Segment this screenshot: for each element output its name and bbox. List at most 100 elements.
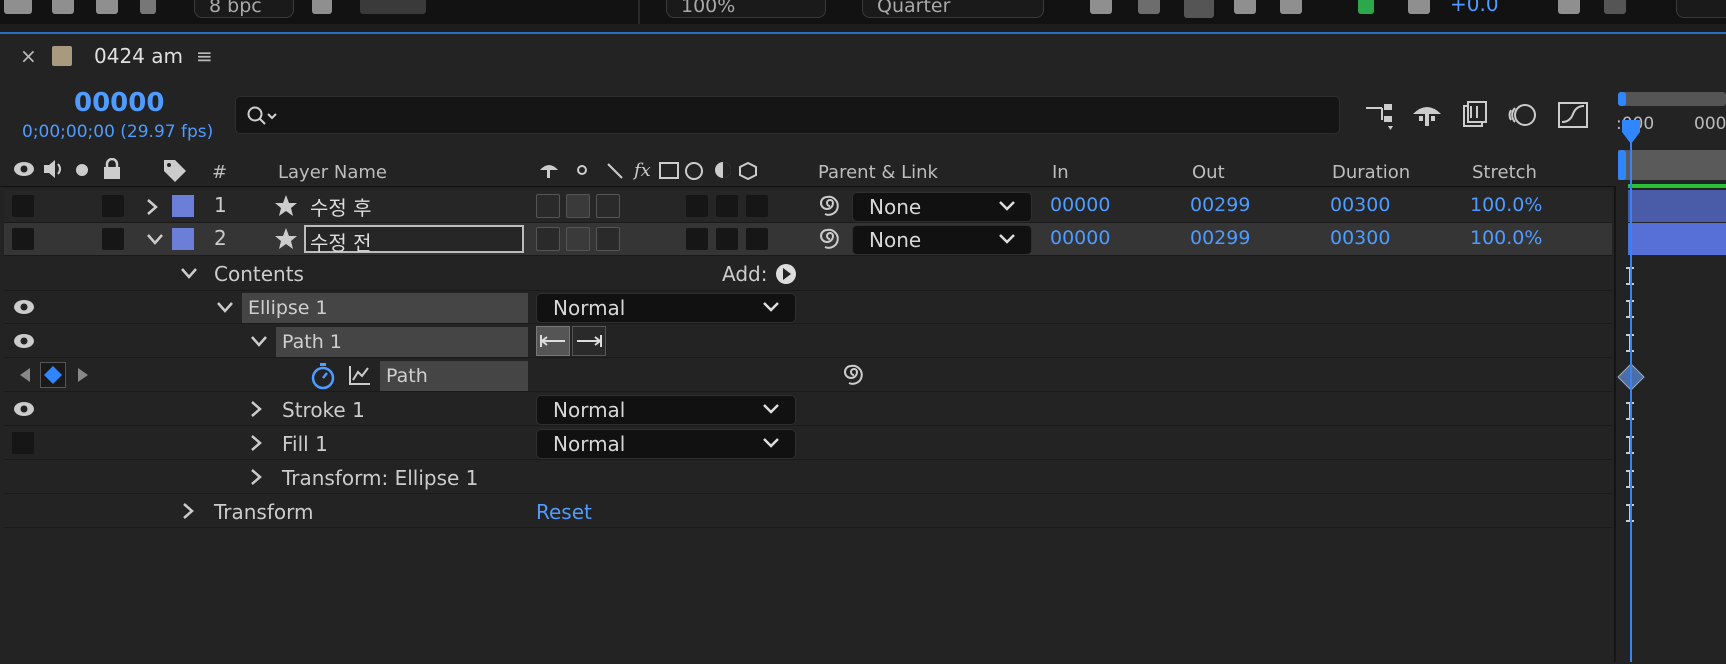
show-snapshot-icon[interactable]	[1604, 0, 1626, 14]
add-keyframe-button[interactable]	[40, 362, 66, 388]
layer-stretch[interactable]: 100.0%	[1470, 194, 1542, 216]
ellipse-blend-mode-dropdown[interactable]: Normal	[536, 293, 796, 323]
layer-in[interactable]: 00000	[1050, 194, 1110, 216]
transform-label[interactable]: Transform	[214, 500, 313, 524]
collapse-switch[interactable]	[566, 227, 590, 251]
pickwhip-icon[interactable]	[818, 194, 842, 218]
comp-tab-title[interactable]: 0424 am	[94, 44, 183, 68]
video-visibility-icon[interactable]	[12, 160, 36, 178]
collapse-switch[interactable]	[566, 194, 590, 218]
chevron-right-icon[interactable]	[248, 468, 264, 486]
stopwatch-icon[interactable]	[310, 362, 336, 390]
path-property-label[interactable]: Path	[380, 361, 528, 391]
color-management-icon[interactable]	[1408, 0, 1430, 14]
solo-icon[interactable]	[74, 162, 90, 178]
close-tab-icon[interactable]: ×	[20, 44, 37, 68]
folder-icon[interactable]	[52, 0, 74, 14]
eye-icon[interactable]	[12, 400, 36, 418]
zoom-dropdown[interactable]: 100%	[666, 0, 826, 18]
frame-blend-switch[interactable]	[716, 228, 738, 250]
header-in[interactable]: In	[1052, 162, 1069, 183]
lock-toggle[interactable]	[102, 195, 124, 217]
header-out[interactable]: Out	[1192, 162, 1225, 183]
fill-visibility-toggle[interactable]	[12, 432, 34, 454]
composition-icon[interactable]	[4, 0, 32, 14]
render-bar[interactable]	[360, 0, 426, 14]
header-stretch[interactable]: Stretch	[1472, 162, 1537, 183]
layer-in[interactable]: 00000	[1050, 227, 1110, 249]
motion-blur-switch[interactable]	[746, 228, 768, 250]
transform-ellipse-label[interactable]: Transform: Ellipse 1	[282, 466, 478, 490]
label-tag-icon[interactable]	[162, 158, 188, 182]
lock-icon[interactable]	[102, 158, 122, 180]
header-duration[interactable]: Duration	[1332, 162, 1410, 183]
reset-link[interactable]: Reset	[536, 500, 592, 524]
fill-label[interactable]: Fill 1	[282, 432, 328, 456]
effect-switch[interactable]	[686, 228, 708, 250]
fill-blend-mode-dropdown[interactable]: Normal	[536, 429, 796, 459]
audio-icon[interactable]	[42, 158, 66, 180]
ellipse-group-label[interactable]: Ellipse 1	[242, 293, 528, 323]
mask-view-icon[interactable]	[1184, 0, 1214, 18]
playhead-line[interactable]	[1630, 130, 1632, 662]
graph-editor-icon[interactable]	[1556, 98, 1590, 130]
visibility-toggle[interactable]	[12, 195, 34, 217]
layer-name[interactable]: 수정 후	[310, 192, 372, 221]
layer-label-color[interactable]	[172, 195, 194, 217]
parent-dropdown[interactable]: None	[852, 192, 1032, 222]
path-group-label[interactable]: Path 1	[276, 327, 528, 357]
trash-icon[interactable]	[140, 0, 156, 14]
channel-icon[interactable]	[1358, 0, 1374, 14]
path-direction-button[interactable]	[536, 326, 570, 356]
add-menu-icon[interactable]	[774, 262, 798, 286]
layer-out[interactable]: 00299	[1190, 194, 1250, 216]
chevron-right-icon[interactable]	[248, 400, 264, 418]
layer-duration[interactable]: 00300	[1330, 227, 1390, 249]
header-layer-name[interactable]: Layer Name	[278, 162, 387, 183]
chevron-down-icon[interactable]	[146, 232, 164, 246]
search-input[interactable]	[235, 96, 1340, 134]
frame-blending-icon[interactable]	[1460, 100, 1490, 130]
eye-icon[interactable]	[12, 298, 36, 316]
quality-switch[interactable]	[596, 227, 620, 251]
playhead-handle-icon[interactable]	[1620, 118, 1642, 146]
prev-keyframe-icon[interactable]	[18, 366, 32, 384]
frame-blend-switch[interactable]	[716, 195, 738, 217]
region-icon[interactable]	[1090, 0, 1112, 14]
next-keyframe-icon[interactable]	[76, 366, 90, 384]
parent-dropdown[interactable]: None	[852, 225, 1032, 255]
toolbar-overflow[interactable]	[1676, 0, 1726, 18]
shy-layers-icon[interactable]	[1410, 100, 1444, 130]
chevron-right-icon[interactable]	[144, 198, 160, 216]
chevron-right-icon[interactable]	[180, 502, 196, 520]
layer-bar[interactable]	[1628, 223, 1726, 255]
visibility-toggle[interactable]	[12, 228, 34, 250]
graph-icon[interactable]	[348, 364, 372, 386]
guides-icon[interactable]	[1234, 0, 1256, 14]
transparency-grid-icon[interactable]	[1138, 0, 1160, 14]
chevron-down-icon[interactable]	[180, 266, 198, 280]
expression-pickwhip-icon[interactable]	[842, 363, 866, 387]
grid-icon[interactable]	[1280, 0, 1302, 14]
pickwhip-icon[interactable]	[818, 227, 842, 251]
stroke-blend-mode-dropdown[interactable]: Normal	[536, 395, 796, 425]
footage-icon[interactable]	[96, 0, 118, 14]
motion-blur-icon[interactable]	[1506, 100, 1538, 130]
current-timecode[interactable]: 00000	[74, 88, 164, 118]
layer-label-color[interactable]	[172, 228, 194, 250]
layer-duration[interactable]: 00300	[1330, 194, 1390, 216]
lock-toggle[interactable]	[102, 228, 124, 250]
work-area-start-handle[interactable]	[1618, 92, 1626, 106]
quality-switch[interactable]	[596, 194, 620, 218]
layer-bar[interactable]	[1628, 190, 1726, 222]
comp-flowchart-icon[interactable]	[1362, 100, 1398, 132]
effect-switch[interactable]	[686, 195, 708, 217]
work-area-bar[interactable]	[1618, 92, 1726, 106]
layer-stretch[interactable]: 100.0%	[1470, 227, 1542, 249]
chevron-down-icon[interactable]	[216, 300, 234, 314]
header-parent-link[interactable]: Parent & Link	[818, 162, 938, 183]
panel-menu-icon[interactable]: ≡	[196, 44, 213, 68]
shy-switch[interactable]	[536, 227, 560, 251]
stroke-label[interactable]: Stroke 1	[282, 398, 365, 422]
path-direction-reverse-button[interactable]	[572, 326, 606, 356]
